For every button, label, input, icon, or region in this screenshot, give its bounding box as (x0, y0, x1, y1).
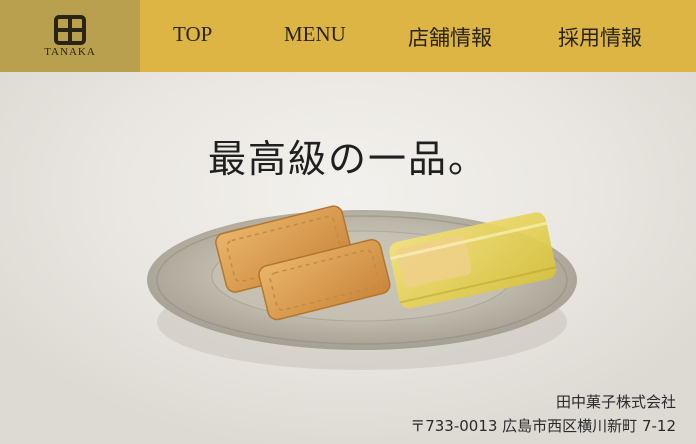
logo-text: TANAKA (44, 45, 96, 58)
site-header: TANAKA TOP MENU 店舗情報 採用情報 (0, 0, 696, 73)
company-name: 田中菓子株式会社 (555, 393, 676, 411)
logo[interactable]: TANAKA (0, 0, 140, 72)
plate-with-cookies-image (147, 205, 577, 370)
company-address: 〒733-0013 広島市西区横川新町 7-12 (410, 417, 676, 435)
nav-item-top[interactable]: TOP (173, 22, 212, 47)
nav-item-stores[interactable]: 店舗情報 (408, 22, 492, 52)
nav-item-jobs[interactable]: 採用情報 (558, 22, 642, 52)
nav-item-menu[interactable]: MENU (284, 22, 346, 47)
hero-section: 最高級の一品。 田中菓子株式会社 〒733-0013 広島市西区横川新町 7-1… (0, 72, 696, 444)
main-nav: TOP MENU 店舗情報 採用情報 (140, 0, 696, 72)
tanaka-logo-icon (54, 14, 86, 45)
